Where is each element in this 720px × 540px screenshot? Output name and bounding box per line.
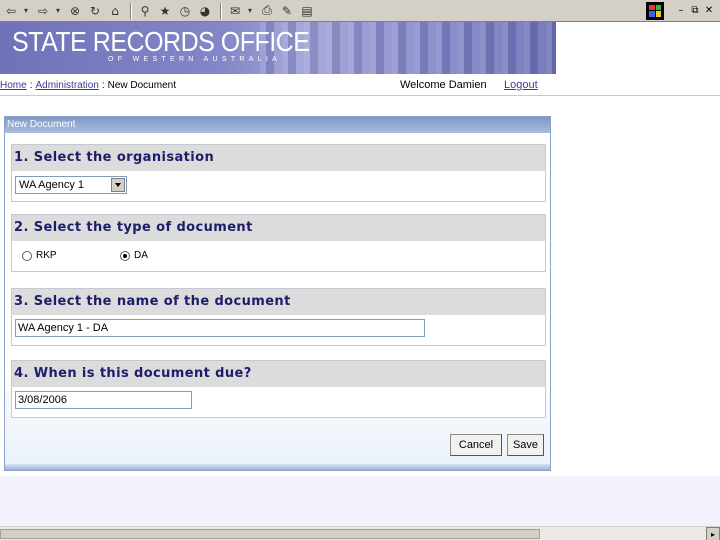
stop-icon[interactable]: ⊗ bbox=[66, 2, 84, 20]
search-icon[interactable]: ⚲ bbox=[136, 2, 154, 20]
back-icon[interactable]: ⇦ bbox=[2, 2, 20, 20]
breadcrumb-separator: : bbox=[101, 79, 105, 91]
forward-icon[interactable]: ⇨ bbox=[34, 2, 52, 20]
breadcrumb-separator: : bbox=[29, 79, 33, 91]
document-name-input[interactable]: WA Agency 1 - DA bbox=[15, 319, 425, 337]
toolbar-separator bbox=[220, 2, 222, 19]
restore-icon[interactable]: ⧉ bbox=[688, 5, 702, 16]
radio-rkp[interactable] bbox=[22, 250, 32, 261]
back-dropdown-icon[interactable]: ▾ bbox=[22, 2, 30, 20]
forward-dropdown-icon[interactable]: ▾ bbox=[54, 2, 62, 20]
scroll-right-icon[interactable]: ▸ bbox=[706, 527, 720, 540]
save-button[interactable]: Save bbox=[507, 434, 544, 456]
new-document-panel: New Document 1. Select the organisation … bbox=[4, 116, 551, 471]
discuss-icon[interactable]: ▤ bbox=[298, 2, 316, 20]
horizontal-scrollbar[interactable]: ▸ bbox=[0, 526, 720, 540]
browser-page: ⇦ ▾ ⇨ ▾ ⊗ ↻ ⌂ ⚲ ★ ◷ ◕ ✉ ▾ ⎙ ✎ ▤ – ⧉ ✕ ST… bbox=[0, 0, 720, 540]
header-divider bbox=[0, 95, 720, 96]
document-type-heading: 2. Select the type of document bbox=[12, 215, 545, 241]
document-name-heading: 3. Select the name of the document bbox=[12, 289, 545, 315]
site-subtitle: OF WESTERN AUSTRALIA bbox=[108, 56, 282, 63]
breadcrumb-home-link[interactable]: Home bbox=[0, 80, 27, 91]
organisation-select[interactable]: WA Agency 1 bbox=[15, 176, 127, 194]
radio-da[interactable] bbox=[120, 250, 130, 261]
browser-toolbar: ⇦ ▾ ⇨ ▾ ⊗ ↻ ⌂ ⚲ ★ ◷ ◕ ✉ ▾ ⎙ ✎ ▤ bbox=[0, 0, 640, 22]
document-type-section: 2. Select the type of document RKP DA bbox=[11, 214, 546, 272]
logout-link[interactable]: Logout bbox=[504, 76, 538, 94]
organisation-section: 1. Select the organisation WA Agency 1 bbox=[11, 144, 546, 202]
radio-rkp-label: RKP bbox=[36, 250, 57, 261]
due-date-section: 4. When is this document due? 3/08/2006 bbox=[11, 360, 546, 418]
breadcrumb-current: New Document bbox=[107, 79, 176, 91]
windows-logo-icon bbox=[646, 1, 664, 20]
site-banner: STATE RECORDS OFFICE OF WESTERN AUSTRALI… bbox=[0, 22, 556, 74]
favorites-icon[interactable]: ★ bbox=[156, 2, 174, 20]
due-date-input[interactable]: 3/08/2006 bbox=[15, 391, 192, 409]
organisation-heading: 1. Select the organisation bbox=[12, 145, 545, 171]
refresh-icon[interactable]: ↻ bbox=[86, 2, 104, 20]
radio-da-option[interactable]: DA bbox=[120, 250, 148, 261]
due-date-heading: 4. When is this document due? bbox=[12, 361, 545, 387]
mail-dropdown-icon[interactable]: ▾ bbox=[246, 2, 254, 20]
welcome-text: Welcome Damien bbox=[400, 79, 487, 91]
cancel-button[interactable]: Cancel bbox=[450, 434, 502, 456]
edit-icon[interactable]: ✎ bbox=[278, 2, 296, 20]
home-icon[interactable]: ⌂ bbox=[106, 2, 124, 20]
page-background bbox=[0, 476, 720, 526]
media-icon[interactable]: ◕ bbox=[196, 2, 214, 20]
chevron-down-icon[interactable] bbox=[111, 178, 125, 192]
history-icon[interactable]: ◷ bbox=[176, 2, 194, 20]
toolbar-separator bbox=[130, 2, 132, 19]
radio-rkp-option[interactable]: RKP bbox=[22, 250, 57, 261]
panel-title: New Document bbox=[5, 117, 550, 133]
print-icon[interactable]: ⎙ bbox=[258, 2, 276, 20]
organisation-select-value: WA Agency 1 bbox=[19, 179, 85, 191]
scrollbar-thumb[interactable] bbox=[0, 529, 540, 539]
radio-da-label: DA bbox=[134, 250, 148, 261]
mail-icon[interactable]: ✉ bbox=[226, 2, 244, 20]
close-icon[interactable]: ✕ bbox=[702, 5, 716, 16]
document-name-section: 3. Select the name of the document WA Ag… bbox=[11, 288, 546, 346]
breadcrumb: Home : Administration : New Document Wel… bbox=[0, 76, 720, 94]
panel-footer-bar bbox=[5, 464, 550, 470]
minimize-icon[interactable]: – bbox=[674, 5, 688, 16]
site-title: STATE RECORDS OFFICE bbox=[12, 27, 310, 58]
window-controls: – ⧉ ✕ bbox=[640, 0, 720, 22]
breadcrumb-administration-link[interactable]: Administration bbox=[35, 80, 98, 91]
